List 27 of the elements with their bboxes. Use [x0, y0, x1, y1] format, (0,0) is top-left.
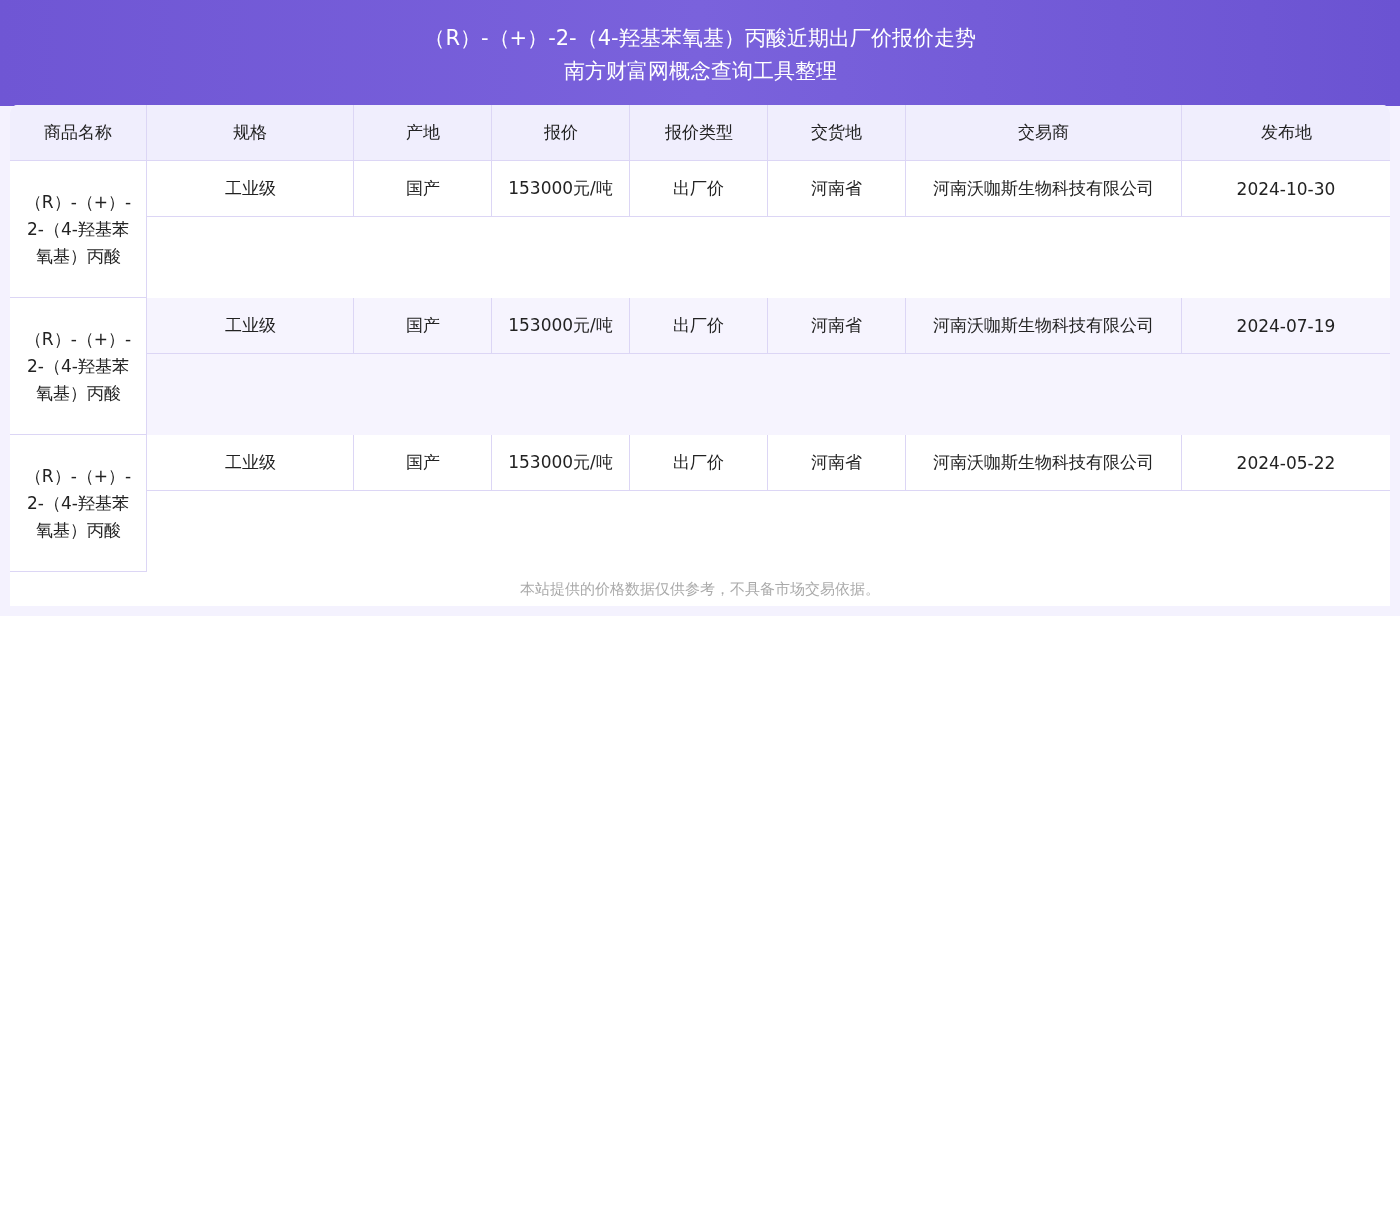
table-cell: （R）-（+）-2-（4-羟基苯氧基）丙酸 [10, 161, 147, 298]
table-cell: 153000元/吨 [492, 298, 630, 354]
table-cell: 153000元/吨 [492, 435, 630, 491]
table-cell: （R）-（+）-2-（4-羟基苯氧基）丙酸 [10, 435, 147, 572]
table-cell: 国产 [354, 435, 492, 491]
table-cell: 国产 [354, 161, 492, 217]
page-title: （R）-（+）-2-（4-羟基苯氧基）丙酸近期出厂价报价走势 [424, 25, 976, 52]
table-cell: 2024-07-19 [1182, 298, 1390, 354]
table-cell: 出厂价 [630, 161, 768, 217]
disclaimer-text: 本站提供的价格数据仅供参考，不具备市场交易依据。 [10, 572, 1390, 606]
table-cell: 工业级 [147, 435, 354, 491]
table-cell: 2024-10-30 [1182, 161, 1390, 217]
table-cell: 153000元/吨 [492, 161, 630, 217]
table-cell: 河南沃咖斯生物科技有限公司 [906, 298, 1182, 354]
table-cell: 工业级 [147, 298, 354, 354]
table-cell: 国产 [354, 298, 492, 354]
table-cell: 工业级 [147, 161, 354, 217]
table-cell: 河南省 [768, 298, 906, 354]
page-subtitle: 南方财富网概念查询工具整理 [563, 58, 837, 85]
table-cell: 出厂价 [630, 435, 768, 491]
table-cell: 河南沃咖斯生物科技有限公司 [906, 161, 1182, 217]
table-cell: 河南省 [768, 435, 906, 491]
table-cell: 出厂价 [630, 298, 768, 354]
table-cell: 河南省 [768, 161, 906, 217]
table-cell: 2024-05-22 [1182, 435, 1390, 491]
table-cell: 河南沃咖斯生物科技有限公司 [906, 435, 1182, 491]
table-cell: （R）-（+）-2-（4-羟基苯氧基）丙酸 [10, 298, 147, 435]
